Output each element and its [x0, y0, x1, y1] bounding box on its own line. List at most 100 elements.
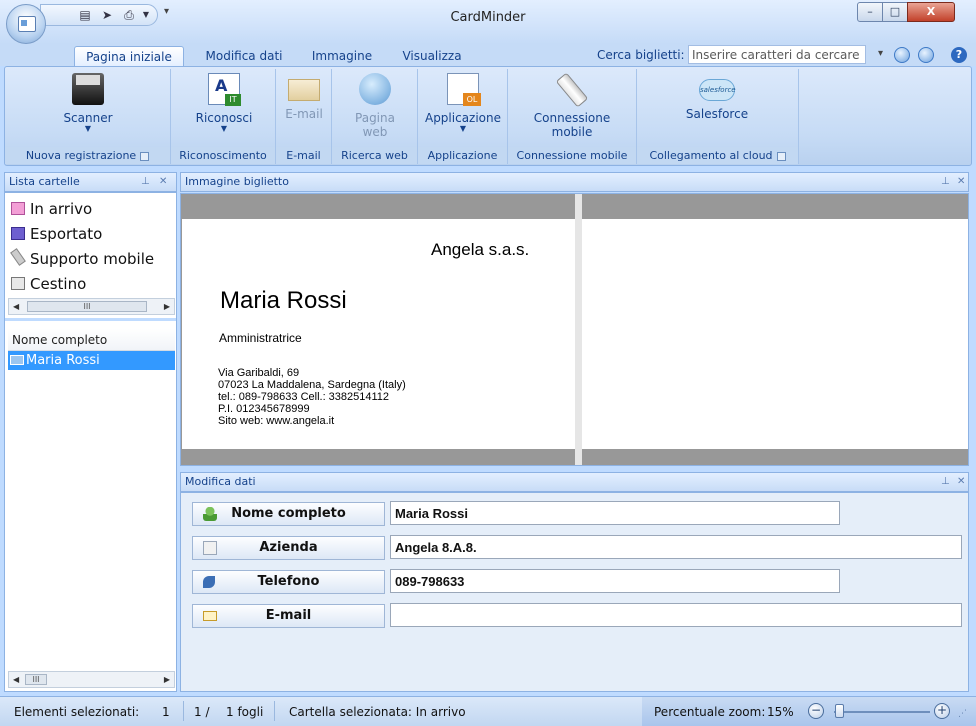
maximize-button[interactable]: □	[882, 2, 908, 22]
salesforce-button[interactable]: salesforce Salesforce	[667, 69, 767, 121]
folder-label: Cestino	[30, 275, 87, 293]
status-bar: Elementi selezionati: 1 1 / 1 fogli Cart…	[0, 696, 976, 726]
app-logo-icon	[18, 16, 36, 32]
group-label-collegamento-cloud: Collegamento al cloud	[637, 147, 798, 164]
scroll-left-icon[interactable]: ◀	[13, 672, 19, 687]
connessione-mobile-button[interactable]: Connessione mobile	[522, 69, 622, 139]
scroll-right-icon[interactable]: ▶	[164, 672, 170, 687]
panel-splitter[interactable]	[5, 318, 176, 321]
edit-panel-header: Modifica dati ⊥ ✕	[180, 472, 969, 492]
pagina-web-button[interactable]: Pagina web	[342, 69, 408, 139]
status-separator	[183, 701, 184, 721]
card-address-line: Via Garibaldi, 69	[218, 367, 300, 379]
field-button-azienda[interactable]: Azienda	[192, 536, 385, 560]
tab-immagine[interactable]: Immagine	[306, 46, 378, 66]
folders-panel: In arrivo Esportato Supporto mobile Cest…	[4, 192, 177, 692]
scroll-right-icon[interactable]: ▶	[164, 299, 170, 314]
salesforce-icon: salesforce	[699, 79, 736, 101]
tab-modifica-dati[interactable]: Modifica dati	[196, 46, 292, 66]
group-label-email: E-mail	[276, 147, 331, 164]
folder-cestino[interactable]: Cestino	[11, 273, 86, 295]
zoom-out-button[interactable]: −	[808, 703, 824, 719]
minimize-button[interactable]: –	[857, 2, 883, 22]
field-button-nome-completo[interactable]: Nome completo	[192, 502, 385, 526]
column-header-nome-completo[interactable]: Nome completo	[8, 329, 175, 351]
app-menu-button[interactable]	[6, 4, 46, 44]
help-icon[interactable]: ?	[951, 47, 967, 63]
applicazione-button[interactable]: Applicazione ▼	[420, 69, 506, 133]
pin-icon[interactable]: ⊥	[941, 173, 950, 191]
zoom-value: 15%	[767, 705, 794, 719]
group-email: E-mail E-mail	[276, 69, 332, 164]
zoom-slider-thumb[interactable]	[835, 704, 844, 718]
group-connessione-mobile: Connessione mobile Connessione mobile	[508, 69, 637, 164]
folders-hscrollbar[interactable]: ◀ III ▶	[8, 298, 175, 315]
field-button-label: E-mail	[265, 608, 312, 623]
nome-completo-field[interactable]	[390, 501, 840, 525]
telefono-field[interactable]	[390, 569, 840, 593]
close-icon[interactable]: ✕	[957, 473, 965, 491]
search-prev-icon[interactable]	[894, 47, 910, 63]
email-field[interactable]	[390, 603, 962, 627]
tab-pagina-iniziale[interactable]: Pagina iniziale	[74, 46, 184, 66]
connessione-mobile-label-1: Connessione	[533, 111, 611, 125]
folder-label: In arrivo	[30, 200, 93, 218]
dialog-launcher-icon[interactable]	[140, 151, 150, 161]
scanner-button[interactable]: Scanner ▼	[48, 69, 128, 133]
card-back-image	[582, 219, 968, 449]
pagina-web-label-1: Pagina	[355, 111, 395, 125]
card-image-viewer[interactable]: Angela s.a.s. Maria Rossi Amministratric…	[180, 193, 969, 466]
status-selected-label: Elementi selezionati:	[14, 705, 140, 719]
scanner-dropdown-icon: ▼	[84, 124, 92, 133]
group-applicazione: Applicazione ▼ Applicazione	[418, 69, 508, 164]
pin-icon[interactable]: ⊥	[141, 173, 150, 191]
scanner-icon	[72, 73, 104, 105]
list-hscrollbar[interactable]: ◀ III ▶	[8, 671, 175, 688]
pin-icon[interactable]: ⊥	[941, 473, 950, 491]
close-icon[interactable]: ✕	[159, 173, 167, 191]
status-page: 1 /	[194, 705, 210, 719]
window-title: CardMinder	[450, 10, 526, 25]
tab-visualizza[interactable]: Visualizza	[394, 46, 470, 66]
zoom-in-button[interactable]: +	[934, 703, 950, 719]
group-label-riconoscimento: Riconoscimento	[171, 147, 275, 164]
title-bar: ▤ ➤ ⎙ ▼ ▾ CardMinder – □ X	[0, 0, 976, 44]
image-panel-title: Immagine biglietto	[185, 175, 289, 188]
folder-label: Supporto mobile	[30, 250, 155, 268]
search-next-icon[interactable]	[918, 47, 934, 63]
inbox-folder-icon	[11, 202, 25, 215]
card-address-line: P.I. 012345678999	[218, 403, 310, 415]
list-item[interactable]: Maria Rossi	[8, 351, 175, 370]
pagina-web-label-2: web	[362, 125, 388, 139]
status-folder: Cartella selezionata: In arrivo	[289, 705, 466, 719]
outlook-icon	[447, 73, 481, 106]
field-button-telefono[interactable]: Telefono	[192, 570, 385, 594]
scroll-thumb[interactable]: III	[27, 301, 147, 312]
connessione-mobile-label-2: mobile	[551, 125, 593, 139]
folders-panel-header: Lista cartelle ⊥ ✕	[4, 172, 177, 192]
field-button-email[interactable]: E-mail	[192, 604, 385, 628]
group-label-text: Nuova registrazione	[25, 149, 137, 162]
resize-grip-icon[interactable]: ⋰	[958, 709, 967, 719]
riconosci-dropdown-icon: ▼	[220, 124, 228, 133]
folder-in-arrivo[interactable]: In arrivo	[11, 198, 92, 220]
scroll-thumb[interactable]: III	[25, 674, 47, 685]
status-sheets: 1 fogli	[226, 705, 264, 719]
search-history-dropdown[interactable]: ▾	[878, 48, 883, 59]
email-button[interactable]: E-mail	[280, 69, 328, 121]
mobile-icon	[10, 248, 26, 266]
folder-supporto-mobile[interactable]: Supporto mobile	[10, 248, 155, 270]
card-image-divider	[575, 194, 582, 465]
scroll-left-icon[interactable]: ◀	[13, 299, 19, 314]
zoom-slider-track[interactable]	[834, 711, 930, 713]
close-button[interactable]: X	[907, 2, 955, 22]
dialog-launcher-icon[interactable]	[776, 151, 786, 161]
phone-icon	[203, 576, 215, 588]
folder-esportato[interactable]: Esportato	[11, 223, 102, 245]
riconosci-button[interactable]: Riconosci ▼	[181, 69, 267, 133]
search-label: Cerca biglietti:	[597, 48, 685, 62]
search-input[interactable]	[688, 45, 866, 64]
azienda-field[interactable]	[390, 535, 962, 559]
close-icon[interactable]: ✕	[957, 173, 965, 191]
folders-panel-title: Lista cartelle	[9, 175, 80, 188]
